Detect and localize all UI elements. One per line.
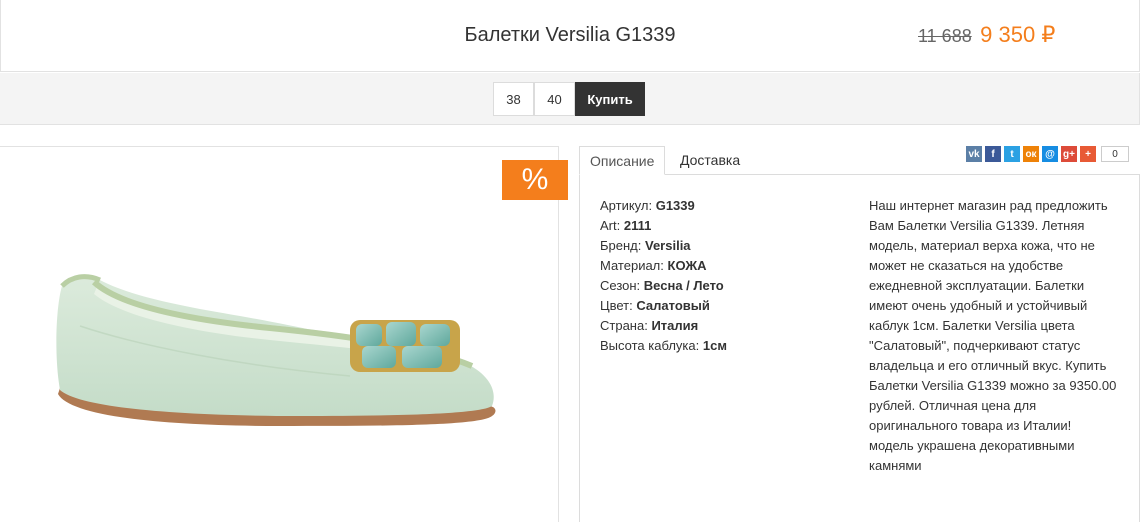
spec-value: Салатовый bbox=[636, 298, 710, 313]
spec-label: Бренд: bbox=[600, 238, 642, 253]
product-header: Балетки Versilia G1339 11 688 9 350 ₽ bbox=[0, 0, 1140, 72]
price-block: 11 688 9 350 ₽ bbox=[918, 22, 1055, 48]
more-icon[interactable]: + bbox=[1080, 146, 1096, 162]
vk-icon[interactable]: vk bbox=[966, 146, 982, 162]
spec-label: Сезон: bbox=[600, 278, 641, 293]
spec-value: 2111 bbox=[623, 218, 652, 233]
size-selector-bar: 38 40 Купить bbox=[0, 73, 1140, 125]
spec-value: Versilia bbox=[645, 238, 691, 253]
old-price: 11 688 bbox=[918, 26, 972, 46]
tab-description[interactable]: Описание bbox=[579, 146, 666, 175]
spec-row: Бренд: Versilia bbox=[600, 236, 727, 256]
spec-value: 1см bbox=[702, 338, 727, 353]
buy-button[interactable]: Купить bbox=[575, 82, 645, 116]
spec-row: Артикул: G1339 bbox=[600, 196, 727, 216]
social-share-bar: vk f t ок @ g+ + 0 bbox=[966, 146, 1129, 162]
spec-value: КОЖА bbox=[667, 258, 707, 273]
share-count: 0 bbox=[1101, 146, 1129, 162]
size-option-38[interactable]: 38 bbox=[493, 82, 534, 116]
twitter-icon[interactable]: t bbox=[1004, 146, 1020, 162]
product-description: Наш интернет магазин рад предложить Вам … bbox=[869, 198, 1117, 473]
spec-label: Высота каблука: bbox=[600, 338, 700, 353]
facebook-icon[interactable]: f bbox=[985, 146, 1001, 162]
spec-label: Art: bbox=[600, 218, 621, 233]
spec-row: Art: 2111 bbox=[600, 216, 727, 236]
spec-label: Артикул: bbox=[600, 198, 653, 213]
product-specs: Артикул: G1339 Art: 2111 Бренд: Versilia… bbox=[600, 196, 727, 356]
spec-row: Страна: Италия bbox=[600, 316, 727, 336]
product-image-shoe[interactable] bbox=[20, 266, 510, 446]
spec-row: Материал: КОЖА bbox=[600, 256, 727, 276]
spec-label: Цвет: bbox=[600, 298, 633, 313]
odnoklassniki-icon[interactable]: ок bbox=[1023, 146, 1039, 162]
spec-row: Высота каблука: 1см bbox=[600, 336, 727, 356]
spec-value: Весна / Лето bbox=[643, 278, 724, 293]
product-info-panel: Описание Доставка vk f t ок @ g+ + 0 Арт… bbox=[579, 146, 1140, 522]
spec-row: Цвет: Салатовый bbox=[600, 296, 727, 316]
tab-delivery[interactable]: Доставка bbox=[670, 146, 750, 175]
size-option-40[interactable]: 40 bbox=[534, 82, 575, 116]
spec-label: Материал: bbox=[600, 258, 664, 273]
spec-label: Страна: bbox=[600, 318, 648, 333]
mailru-icon[interactable]: @ bbox=[1042, 146, 1058, 162]
spec-row: Сезон: Весна / Лето bbox=[600, 276, 727, 296]
sale-badge: % bbox=[502, 160, 568, 200]
current-price: 9 350 ₽ bbox=[980, 22, 1056, 47]
google-plus-icon[interactable]: g+ bbox=[1061, 146, 1077, 162]
spec-value: Италия bbox=[651, 318, 699, 333]
spec-value: G1339 bbox=[655, 198, 695, 213]
